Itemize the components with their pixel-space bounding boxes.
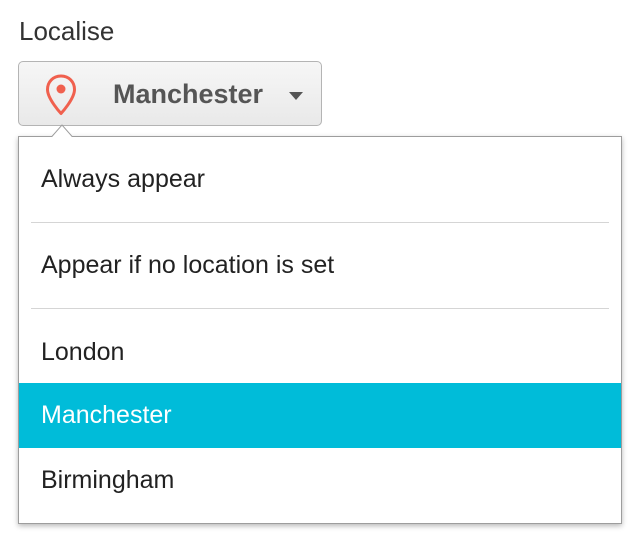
option-london[interactable]: London [19,309,621,383]
option-always-appear[interactable]: Always appear [19,137,621,222]
option-birmingham[interactable]: Birmingham [19,448,621,512]
dropdown-pointer [51,124,73,139]
option-appear-if-no-location[interactable]: Appear if no location is set [19,223,621,308]
location-dropdown-menu: Always appear Appear if no location is s… [18,136,622,524]
location-select-button[interactable]: Manchester [18,61,322,126]
caret-down-icon [289,92,303,100]
selected-location-label: Manchester [113,79,264,109]
map-pin-icon [46,74,76,115]
localise-label: Localise [19,16,115,46]
option-manchester[interactable]: Manchester [19,383,621,448]
